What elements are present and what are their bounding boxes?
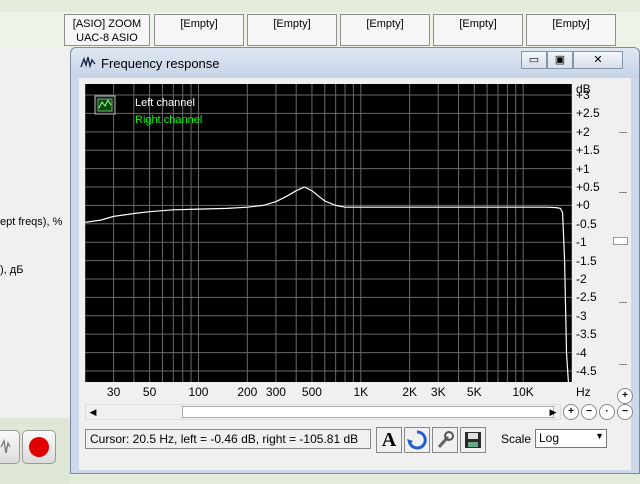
font-icon: A [381, 429, 397, 451]
close-icon: ✕ [593, 54, 603, 66]
frequency-response-window: Frequency response ▭ ▣ ✕ Left channel Ri… [70, 47, 640, 474]
y-tick-label: -3 [576, 308, 587, 323]
device-slot-3[interactable]: [Empty] [247, 14, 337, 46]
device-slot-1-line2: UAC-8 ASIO [76, 32, 138, 44]
y-tick-label: -1 [576, 235, 587, 250]
device-slot-2-label: [Empty] [180, 18, 218, 30]
x-tick-label: 10K [512, 385, 534, 399]
x-tick-label: 50 [142, 385, 157, 399]
scale-selected-value: Log [539, 431, 560, 445]
y-tick-label: -4.5 [576, 363, 597, 378]
legend-right-channel: Right channel [135, 114, 202, 126]
x-tick-label: 3K [430, 385, 446, 399]
y-tick-label: +1.5 [576, 143, 600, 158]
horizontal-scroll-thumb[interactable] [182, 406, 554, 418]
refresh-button[interactable] [404, 427, 430, 453]
scale-select[interactable]: Log ▼ [535, 429, 607, 448]
y-axis: dB +3 +2.5 +2 +1.5 +1 +0.5 +0 -0.5 -1 -1.5 -2 -2.5-… [572, 82, 618, 382]
scroll-right-arrow-icon[interactable]: ▶ [546, 405, 560, 419]
refresh-icon [407, 430, 427, 450]
y-tick-label: +2.5 [576, 106, 600, 121]
y-tick-label: +3 [576, 88, 590, 103]
device-slot-2[interactable]: [Empty] [154, 14, 244, 46]
device-slot-1[interactable]: [ASIO] ZOOM UAC-8 ASIO [64, 14, 150, 46]
minimize-icon: ▭ [528, 54, 540, 66]
save-button[interactable] [460, 427, 486, 453]
device-slot-6-label: [Empty] [552, 18, 590, 30]
y-tick-label: -2 [576, 271, 587, 286]
waveform-icon [0, 438, 11, 454]
x-tick-label: 2K [402, 385, 417, 399]
vertical-scrollbar[interactable] [613, 102, 629, 378]
device-slot-1-line1: [ASIO] ZOOM [72, 18, 142, 30]
y-tick-label: -2.5 [576, 290, 597, 305]
font-button[interactable]: A [376, 427, 402, 453]
zoom-vertical-in-icon[interactable]: + [617, 388, 633, 404]
y-tick-label: +1 [576, 161, 590, 176]
y-tick-label: +0.5 [576, 180, 600, 194]
close-button[interactable]: ✕ [573, 51, 623, 69]
x-tick-label: 5K [466, 385, 482, 399]
y-tick-label: -0.5 [576, 216, 597, 231]
window-client: Left channel Right channel dB +3 +2.5 +2 +1… [79, 78, 633, 470]
plot-area[interactable]: Left channel Right channel [85, 84, 572, 382]
record-button[interactable] [22, 430, 56, 464]
y-tick-label: -1.5 [576, 253, 597, 268]
waveform-button[interactable] [0, 430, 20, 464]
frequency-chart: Left channel Right channel [85, 84, 572, 382]
zoom-reset-icon[interactable]: · [599, 404, 615, 420]
device-slot-4[interactable]: [Empty] [340, 14, 430, 46]
graph-app-icon [80, 56, 96, 69]
y-tick-label: -3.5 [576, 327, 597, 342]
window-title: Frequency response [101, 56, 220, 71]
x-tick-label: 1K [353, 385, 369, 399]
save-icon [465, 432, 481, 448]
device-slot-5-label: [Empty] [459, 18, 497, 30]
device-slot-6[interactable]: [Empty] [526, 14, 616, 46]
device-slot-3-label: [Empty] [273, 18, 311, 30]
x-axis-unit: Hz [576, 385, 591, 399]
minimize-button[interactable]: ▭ [521, 51, 547, 69]
legend-left-channel: Left channel [135, 97, 195, 109]
y-tick-label: +0 [576, 198, 590, 213]
restore-button[interactable]: ▣ [547, 51, 573, 69]
title-bar[interactable]: Frequency response ▭ ▣ ✕ [71, 48, 639, 78]
background-left-panel [0, 48, 70, 418]
zoom-in-icon[interactable]: + [563, 404, 579, 420]
chevron-down-icon: ▼ [595, 431, 604, 441]
x-tick-label: 200 [237, 385, 258, 399]
x-tick-label: 30 [106, 385, 121, 399]
scroll-left-arrow-icon[interactable]: ◀ [86, 405, 100, 419]
legend-icon [94, 95, 116, 115]
background-text-db: ), дБ [0, 264, 24, 276]
y-tick-label: +2 [576, 124, 590, 139]
wrench-icon [437, 431, 454, 449]
x-axis: 30 50 100 200 300 500 1K 2K 3K 5K 10K [85, 382, 572, 402]
record-icon [29, 437, 49, 457]
cursor-status: Cursor: 20.5 Hz, left = -0.46 dB, right … [85, 429, 371, 449]
vertical-scroll-thumb[interactable] [613, 237, 628, 245]
settings-button[interactable] [432, 427, 458, 453]
zoom-vertical-out-icon[interactable]: − [617, 404, 633, 420]
device-slot-4-label: [Empty] [366, 18, 404, 30]
device-slot-5[interactable]: [Empty] [433, 14, 523, 46]
background-text-percent: ept freqs), % [0, 216, 63, 228]
scale-label: Scale [501, 432, 532, 446]
restore-icon: ▣ [554, 54, 566, 66]
y-tick-label: -4 [576, 345, 587, 360]
horizontal-scrollbar[interactable]: ◀ ▶ [85, 404, 561, 420]
zoom-out-icon[interactable]: − [581, 404, 597, 420]
x-tick-label: 300 [265, 385, 286, 399]
x-tick-label: 500 [301, 385, 322, 399]
x-tick-label: 100 [188, 385, 209, 399]
